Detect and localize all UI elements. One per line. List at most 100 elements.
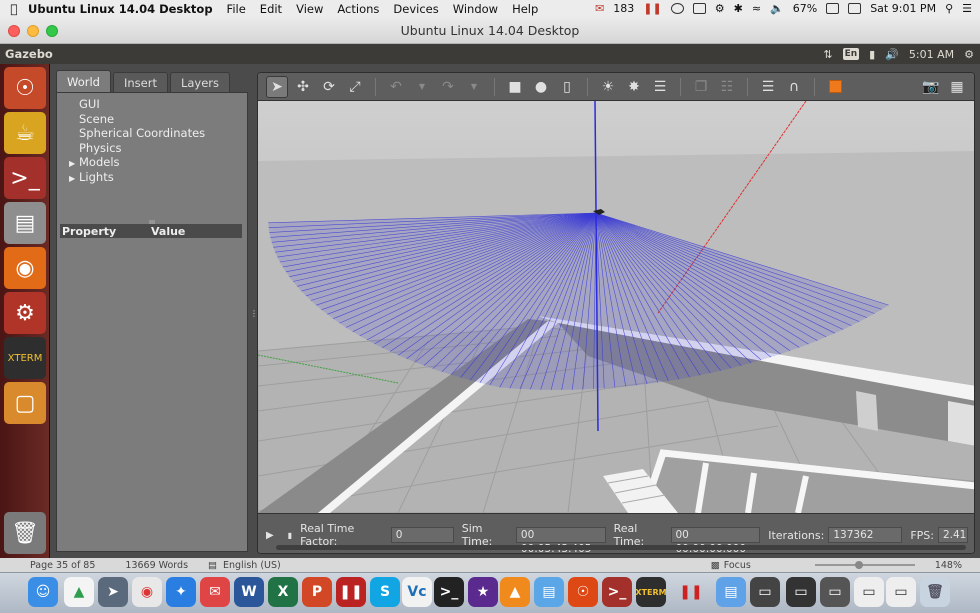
tree-item-spherical-coordinates[interactable]: Spherical Coordinates [57, 126, 247, 141]
system-settings-icon[interactable]: ⚙ [4, 292, 46, 334]
box-shape-icon[interactable]: ■ [504, 76, 526, 98]
gazebo-launcher-icon[interactable]: ▢ [4, 382, 46, 424]
battery-icon[interactable]: ▮ [869, 48, 875, 61]
tree-item-models[interactable]: ▶ Models [57, 155, 247, 170]
tree-item-physics[interactable]: Physics [57, 141, 247, 156]
preview-icon[interactable]: ▤ [534, 577, 564, 607]
rotate-mode-icon[interactable]: ⟳ [318, 76, 340, 98]
tab-world[interactable]: World [56, 70, 111, 92]
window-thumbnail-icon[interactable]: ▭ [886, 577, 916, 607]
terminal-icon[interactable]: >_ [434, 577, 464, 607]
panel-resize-handle[interactable]: ⋮ [250, 309, 258, 319]
redo-icon[interactable]: ↷ [437, 76, 459, 98]
page-count[interactable]: Page 35 of 85 [30, 560, 95, 571]
expand-arrow-icon[interactable]: ▶ [69, 172, 79, 187]
3d-viewport[interactable] [258, 101, 975, 513]
dock-trash-icon[interactable]: 🗑 [920, 577, 950, 607]
panel-clock[interactable]: 5:01 AM [909, 48, 954, 61]
window-thumbnail-icon[interactable]: ▭ [786, 577, 816, 607]
scale-mode-icon[interactable]: ⤢ [344, 76, 366, 98]
wifi-icon[interactable]: ≈ [752, 2, 761, 15]
tree-item-scene[interactable]: Scene [57, 112, 247, 127]
battery-icon[interactable] [826, 3, 840, 14]
menu-file[interactable]: File [227, 2, 246, 16]
undo-icon[interactable]: ↶ [385, 76, 407, 98]
select-mode-icon[interactable]: ➤ [266, 75, 288, 98]
firefox-icon[interactable]: ◉ [4, 247, 46, 289]
screenshot-icon[interactable]: 📷 [920, 76, 942, 98]
input-source-icon[interactable] [848, 3, 862, 14]
sound-icon[interactable]: 🔊 [885, 48, 899, 61]
tree-item-lights[interactable]: ▶ Lights [57, 170, 247, 185]
system-gear-icon[interactable]: ⚙ [964, 48, 974, 61]
excel-icon[interactable]: X [268, 577, 298, 607]
bluetooth-icon[interactable]: ✱ [734, 2, 743, 15]
skype-icon[interactable]: S [370, 577, 400, 607]
parallels-icon[interactable]: ❚❚ [643, 2, 661, 15]
window-thumbnail-icon[interactable]: ▭ [820, 577, 850, 607]
zoom-slider[interactable] [815, 564, 915, 566]
applications-folder-icon[interactable]: ▤ [716, 577, 746, 607]
fullscreen-button[interactable] [46, 25, 58, 37]
terminal-app-icon[interactable]: >_ [4, 157, 46, 199]
menu-edit[interactable]: Edit [260, 2, 282, 16]
menu-window[interactable]: Window [453, 2, 498, 16]
close-button[interactable] [8, 25, 20, 37]
word-count[interactable]: 13669 Words [125, 560, 188, 571]
chrome-icon[interactable]: ◉ [132, 577, 162, 607]
xterm-icon[interactable]: XTERM [4, 337, 46, 379]
language[interactable]: English (US) [223, 560, 281, 571]
tab-layers[interactable]: Layers [169, 72, 231, 92]
undo-history-icon[interactable]: ▼ [411, 76, 433, 98]
app-menu[interactable]: Ubuntu Linux 14.04 Desktop [28, 2, 213, 16]
launchpad-icon[interactable]: ➤ [98, 577, 128, 607]
mail-icon[interactable]: ✉ [595, 2, 604, 15]
finder-icon[interactable]: ☺ [28, 577, 58, 607]
menu-actions[interactable]: Actions [337, 2, 379, 16]
volume-icon[interactable]: 🔈 [770, 2, 784, 15]
battery-percent[interactable]: 67% [793, 2, 817, 15]
tree-item-gui[interactable]: GUI [57, 97, 247, 112]
paste-icon[interactable]: ☷ [716, 76, 738, 98]
window-thumbnail-icon[interactable]: ▭ [750, 577, 780, 607]
keyboard-layout[interactable]: En [842, 48, 860, 60]
spotlight-icon[interactable]: ⚲ [945, 2, 953, 15]
play-icon[interactable]: ▶ [266, 530, 274, 541]
clock[interactable]: Sat 9:01 PM [870, 2, 936, 15]
camera-icon[interactable] [692, 3, 706, 14]
horizontal-scrollbar[interactable] [276, 545, 966, 550]
xterm-dock-icon[interactable]: XTERM [635, 577, 667, 607]
copy-icon[interactable]: ❐ [690, 76, 712, 98]
menu-devices[interactable]: Devices [393, 2, 438, 16]
proofing-icon[interactable]: ▤ [208, 560, 217, 571]
imovie-icon[interactable]: ★ [468, 577, 498, 607]
spot-light-icon[interactable]: ✸ [623, 76, 645, 98]
cylinder-shape-icon[interactable]: ▯ [556, 76, 578, 98]
ubuntu-icon[interactable]: ☉ [568, 577, 598, 607]
mail-app-icon[interactable]: ✉ [200, 577, 230, 607]
view-angle-icon[interactable] [824, 76, 846, 98]
zoom-slider-knob[interactable] [855, 561, 863, 569]
menu-view[interactable]: View [296, 2, 323, 16]
terminal-window-icon[interactable]: >_ [602, 577, 632, 607]
trash-icon[interactable]: 🗑 [4, 512, 46, 554]
teapot-app-icon[interactable]: ☕ [4, 112, 46, 154]
zoom-level[interactable]: 148% [935, 560, 962, 571]
focus-label[interactable]: Focus [724, 560, 751, 571]
window-thumbnail-icon[interactable]: ▭ [854, 577, 884, 607]
redo-history-icon[interactable]: ▼ [463, 76, 485, 98]
parallels-window-icon[interactable]: ❚❚ [676, 577, 706, 607]
creative-cloud-icon[interactable] [670, 3, 684, 14]
notification-center-icon[interactable]: ☰ [962, 2, 972, 15]
apple-icon[interactable]:  [0, 2, 28, 16]
menu-help[interactable]: Help [512, 2, 538, 16]
point-light-icon[interactable]: ☀ [597, 76, 619, 98]
tab-insert[interactable]: Insert [112, 72, 168, 92]
minimize-button[interactable] [27, 25, 39, 37]
safari-icon[interactable]: ✦ [166, 577, 196, 607]
parallels-icon[interactable]: ❚❚ [336, 577, 366, 607]
powerpoint-icon[interactable]: P [302, 577, 332, 607]
ubuntu-dash-icon[interactable]: ☉ [4, 67, 46, 109]
log-data-icon[interactable]: ▦ [946, 76, 968, 98]
google-drive-icon[interactable]: ▲ [64, 577, 94, 607]
